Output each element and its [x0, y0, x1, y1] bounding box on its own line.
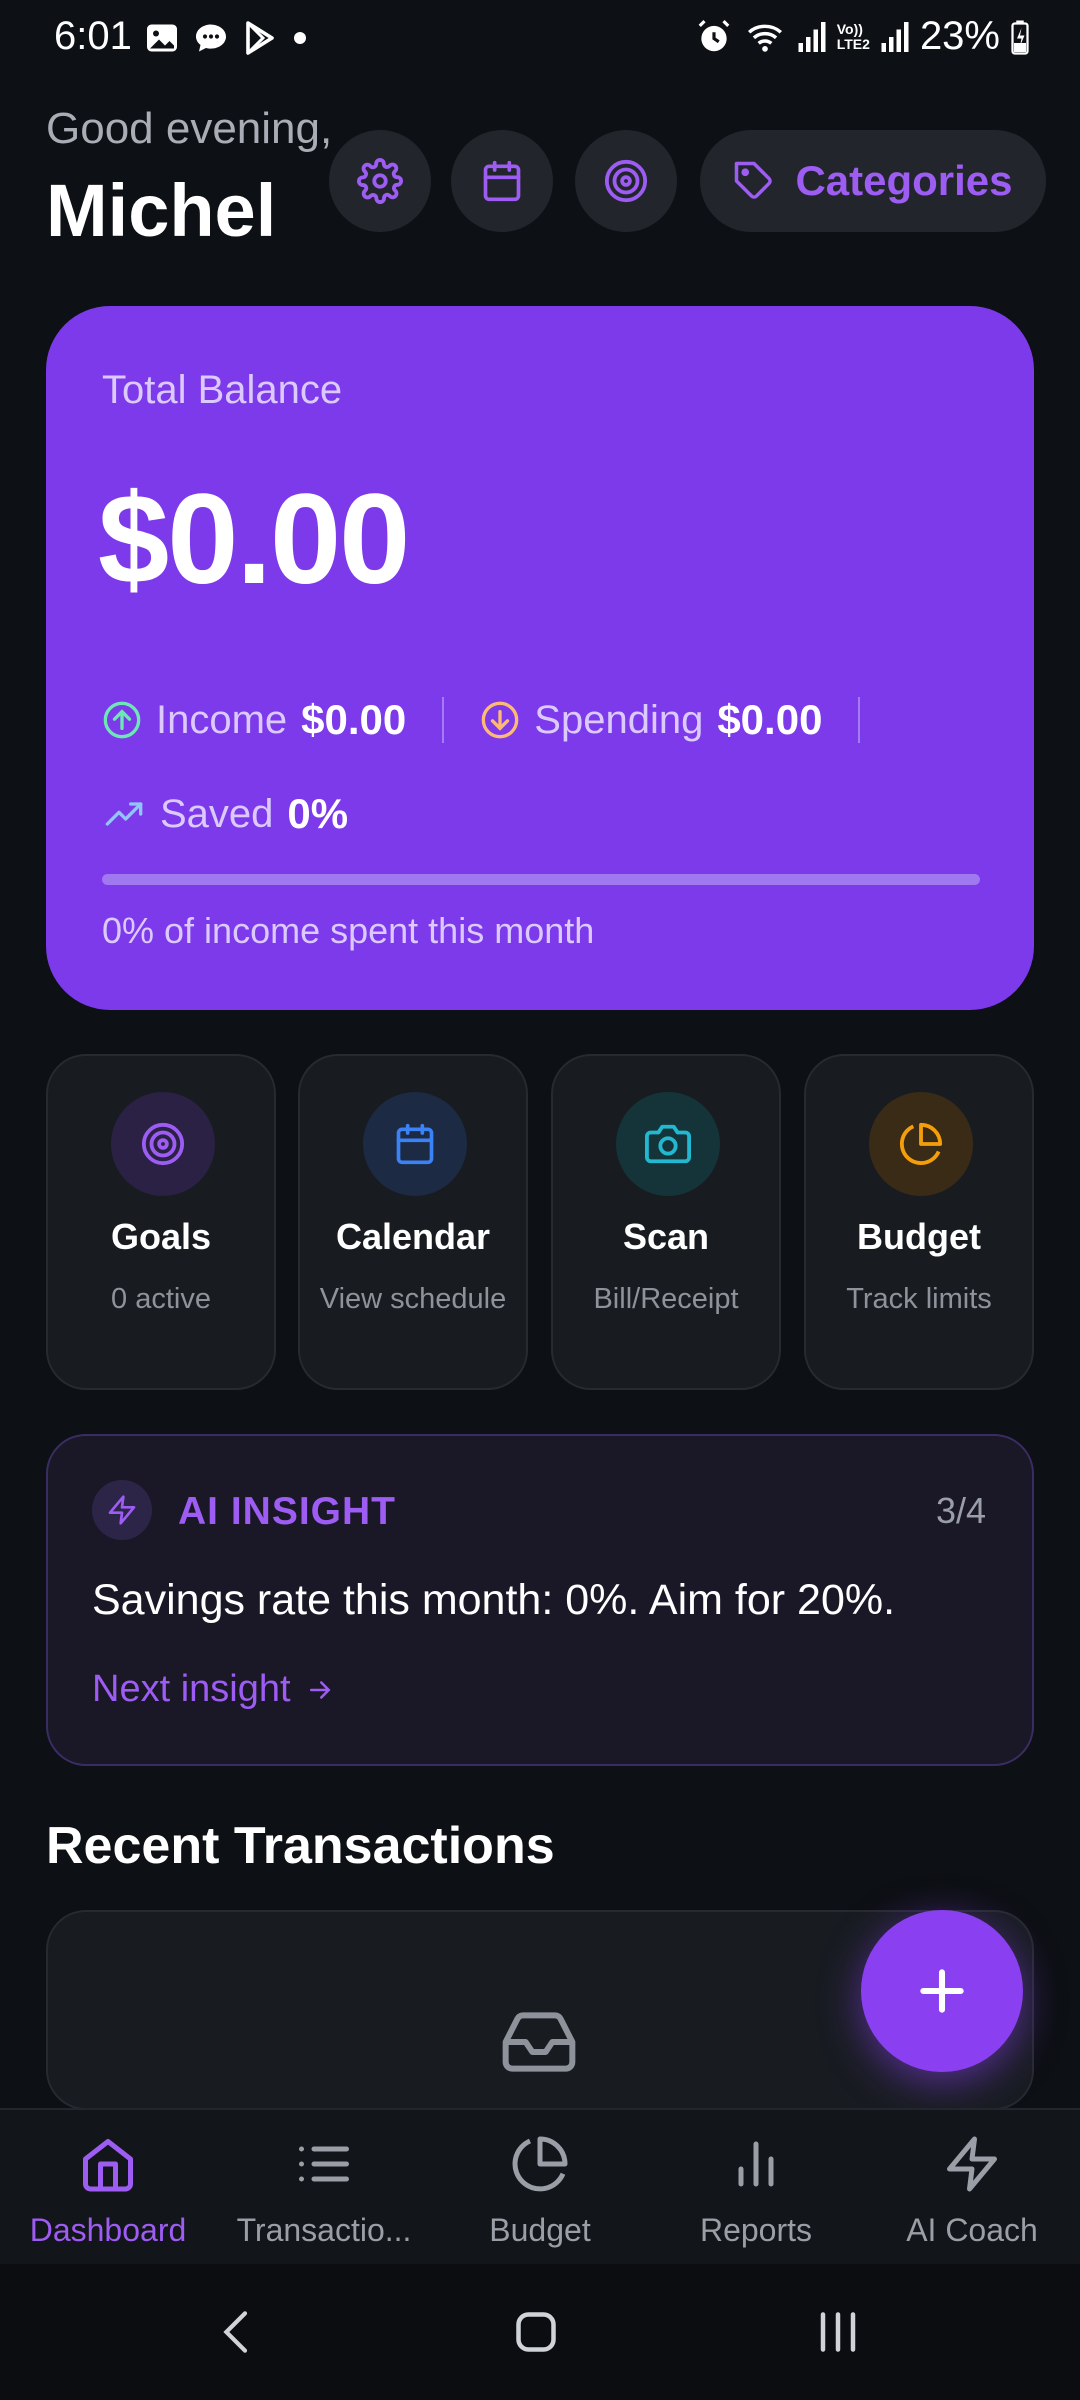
settings-button[interactable] [329, 130, 431, 232]
list-icon [299, 2146, 349, 2182]
goals-subtitle: 0 active [111, 1283, 211, 1315]
scan-subtitle: Bill/Receipt [593, 1283, 739, 1315]
insight-text: Savings rate this month: 0%. Aim for 20%… [92, 1576, 896, 1624]
calendar-title: Calendar [335, 1216, 491, 1257]
nav-dashboard[interactable]: Dashboard [0, 2110, 216, 2266]
nav-transactions[interactable]: Transactio... [216, 2110, 432, 2266]
balance-card: Total Balance $0.00 Income $0.00 Spendin… [46, 306, 1034, 1010]
inbox-icon [502, 2012, 576, 2072]
income-summary: Income $0.00 [102, 696, 406, 744]
budget-title: Budget [857, 1216, 981, 1257]
income-value: $0.00 [301, 696, 407, 743]
pie-chart-icon [899, 1122, 943, 1165]
system-status: Vo)) LTE2 23% [695, 14, 1030, 59]
calendar-subtitle: View schedule [319, 1283, 507, 1315]
next-insight-link[interactable]: Next insight [92, 1668, 335, 1711]
divider [442, 697, 445, 743]
target-icon [141, 1122, 185, 1166]
budget-card[interactable]: Budget Track limits [804, 1054, 1034, 1390]
lightning-icon [947, 2136, 997, 2192]
target-icon [604, 159, 648, 203]
goals-button[interactable] [575, 130, 677, 232]
spending-value: $0.00 [717, 696, 823, 743]
goals-title: Goals [110, 1216, 212, 1257]
calendar-card[interactable]: Calendar View schedule [298, 1054, 528, 1390]
status-bar: 6:01 Vo)) LTE2 23% [0, 0, 1080, 80]
wifi-icon [747, 24, 782, 52]
trending-up-icon [105, 802, 143, 826]
battery-percent: 23% [919, 14, 1000, 58]
calendar-icon [396, 1123, 434, 1165]
tag-icon [735, 161, 773, 199]
total-balance-label: Total Balance [102, 368, 343, 412]
nav-ai-coach[interactable]: AI Coach [864, 2110, 1080, 2266]
spending-label: Spending [534, 697, 704, 742]
arrow-up-circle-icon [103, 701, 141, 739]
divider [858, 697, 861, 743]
pie-chart-icon [512, 2136, 568, 2192]
calendar-icon [483, 160, 521, 202]
spending-progress-bar [102, 874, 980, 885]
signal-icon [881, 21, 909, 52]
camera-icon [645, 1124, 691, 1164]
budget-subtitle: Track limits [846, 1283, 992, 1315]
calendar-button[interactable] [451, 130, 553, 232]
home-button-icon[interactable] [506, 2300, 566, 2364]
income-spending-row: Income $0.00 Spending $0.00 [102, 690, 896, 750]
add-transaction-button[interactable] [861, 1910, 1023, 2072]
spending-summary: Spending $0.00 [480, 696, 822, 744]
lightning-icon [108, 1495, 136, 1525]
total-balance-amount: $0.00 [98, 468, 410, 611]
nav-reports[interactable]: Reports [648, 2110, 864, 2266]
scan-title: Scan [622, 1216, 710, 1257]
plus-icon [920, 1969, 964, 2013]
home-icon [83, 2139, 133, 2192]
volte-lte2-icon: Vo)) LTE2 [836, 20, 870, 52]
chat-icon [196, 24, 226, 52]
ai-insight-card: AI INSIGHT 3/4 Savings rate this month: … [46, 1434, 1034, 1766]
insight-title: AI INSIGHT [178, 1490, 397, 1533]
nav-transactions-label: Transactio... [236, 2212, 412, 2248]
system-navigation-bar [0, 2264, 1080, 2400]
user-name: Michel [46, 169, 277, 252]
budget-icon-badge [869, 1092, 973, 1196]
insight-icon-badge [92, 1480, 152, 1540]
scan-card[interactable]: Scan Bill/Receipt [551, 1054, 781, 1390]
dot-icon [294, 32, 306, 44]
nav-dashboard-label: Dashboard [29, 2212, 187, 2248]
next-insight-label: Next insight [92, 1668, 291, 1710]
nav-budget[interactable]: Budget [432, 2110, 648, 2266]
greeting-text: Good evening, [46, 104, 333, 153]
income-label: Income [156, 697, 288, 742]
saved-summary: Saved 0% [102, 784, 348, 844]
nav-reports-label: Reports [699, 2212, 813, 2248]
insight-counter: 3/4 [935, 1490, 986, 1531]
status-time: 6:01 [54, 14, 132, 58]
play-store-icon [246, 21, 274, 55]
battery-charging-icon [1011, 20, 1029, 55]
bottom-navigation: Dashboard Transactio... Budget Reports A… [0, 2108, 1080, 2264]
alarm-icon [698, 19, 730, 51]
scan-icon-badge [616, 1092, 720, 1196]
recent-transactions-title: Recent Transactions [46, 1817, 555, 1875]
gear-icon [357, 158, 403, 204]
nav-ai-coach-label: AI Coach [906, 2212, 1038, 2248]
categories-label: Categories [795, 157, 1013, 204]
bar-chart-icon [738, 2141, 774, 2187]
goals-icon-badge [111, 1092, 215, 1196]
notification-icons [144, 20, 310, 56]
recent-apps-icon[interactable] [808, 2300, 868, 2364]
calendar-icon-badge [363, 1092, 467, 1196]
spending-footnote: 0% of income spent this month [102, 910, 595, 951]
back-icon[interactable] [210, 2300, 266, 2364]
signal-icon [798, 21, 826, 52]
gallery-icon [147, 24, 177, 52]
categories-button[interactable]: Categories [700, 130, 1046, 232]
goals-card[interactable]: Goals 0 active [46, 1054, 276, 1390]
saved-value: 0% [287, 790, 349, 837]
arrow-right-icon [309, 1680, 331, 1699]
saved-label: Saved [160, 791, 274, 836]
arrow-down-circle-icon [481, 701, 519, 739]
nav-budget-label: Budget [489, 2212, 591, 2248]
